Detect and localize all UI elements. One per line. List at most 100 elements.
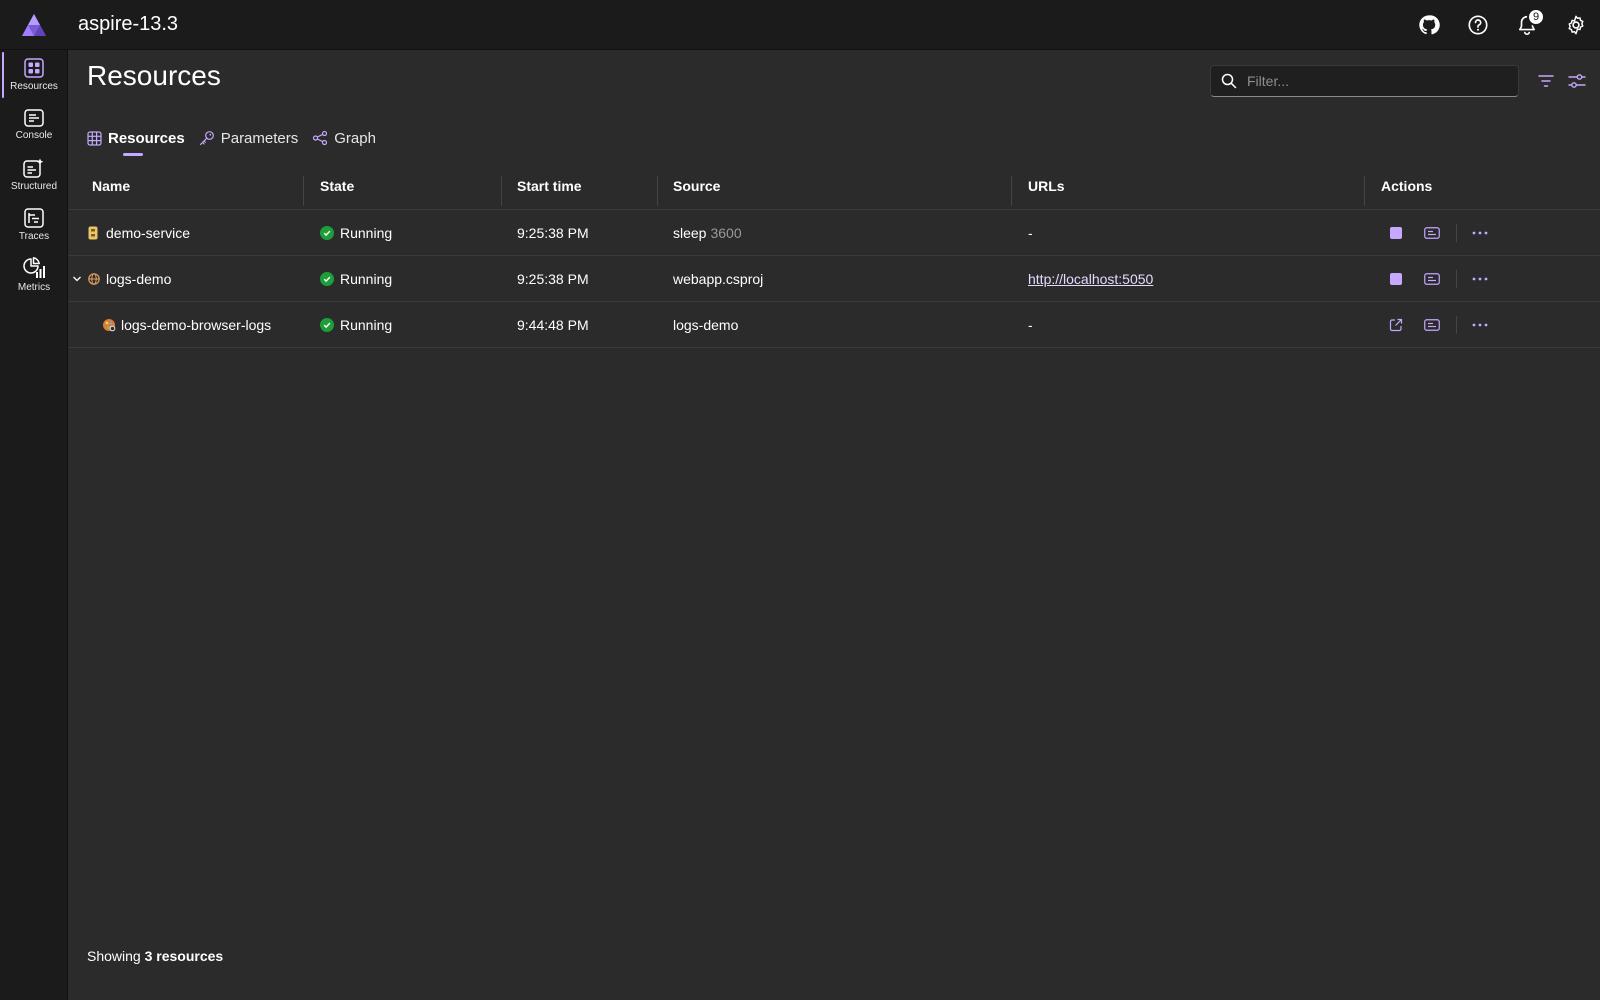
aspire-logo-icon[interactable] [0, 0, 68, 50]
resource-count: 3 resources [144, 948, 224, 964]
state-cell: Running [320, 210, 392, 256]
notification-count-badge: 9 [1527, 8, 1545, 26]
url-cell: http://localhost:5050 [1028, 256, 1153, 302]
console-logs-icon [1424, 319, 1440, 331]
filter-icon [1538, 75, 1554, 87]
source-text: webapp.csproj [673, 271, 764, 287]
column-resize-handle[interactable] [1364, 176, 1365, 206]
tab-label: Parameters [220, 129, 299, 147]
options-button[interactable] [1564, 68, 1590, 94]
open-external-button[interactable] [1384, 313, 1408, 337]
stop-button[interactable] [1384, 267, 1408, 291]
graph-icon [313, 130, 328, 146]
ellipsis-icon [1472, 323, 1488, 327]
filter-input[interactable] [1247, 73, 1497, 89]
sidebar-item-label: Resources [10, 81, 58, 92]
settings-button[interactable] [1551, 0, 1600, 50]
source-text: sleep [673, 225, 707, 241]
source-cell: sleep 3600 [673, 210, 742, 256]
sidebar-item-label: Traces [18, 231, 50, 242]
column-header-start-time[interactable]: Start time [517, 162, 582, 210]
sidebar-item-metrics[interactable]: Metrics [0, 250, 68, 300]
resource-name[interactable]: demo-service [106, 225, 190, 241]
console-icon [24, 109, 44, 127]
executable-icon [88, 226, 98, 240]
source-args: 3600 [710, 225, 742, 241]
browser-logs-icon [103, 319, 116, 332]
resources-table: Name State Start time Source URLs Action… [68, 162, 1600, 348]
sidebar-item-resources[interactable]: Resources [0, 50, 68, 100]
column-filter-button[interactable] [1533, 68, 1559, 94]
source-cell: webapp.csproj [673, 256, 763, 302]
state-text: Running [340, 271, 393, 287]
check-circle-icon [320, 318, 334, 332]
table-row[interactable]: logs-demo Running 9:25:38 PM webapp.cspr… [68, 256, 1600, 302]
filter-box[interactable] [1210, 65, 1519, 97]
sidebar-item-label: Metrics [17, 282, 51, 293]
sidebar-item-structured[interactable]: Structured [0, 150, 68, 200]
start-time-cell: 9:44:48 PM [517, 317, 589, 333]
console-logs-button[interactable] [1420, 221, 1444, 245]
stop-button[interactable] [1384, 221, 1408, 245]
resource-name[interactable]: logs-demo-browser-logs [121, 317, 271, 333]
console-logs-icon [1424, 227, 1440, 239]
github-button[interactable] [1404, 0, 1453, 50]
stop-icon [1390, 227, 1402, 239]
check-circle-icon [320, 272, 334, 286]
state-cell: Running [320, 302, 392, 348]
column-resize-handle[interactable] [303, 176, 304, 206]
source-text: logs-demo [673, 317, 739, 333]
console-logs-button[interactable] [1420, 267, 1444, 291]
tab-parameters[interactable]: Parameters [199, 120, 299, 156]
resources-icon [24, 58, 44, 78]
console-logs-button[interactable] [1420, 313, 1444, 337]
key-icon [199, 131, 214, 146]
more-actions-button[interactable] [1468, 221, 1492, 245]
top-bar: aspire-13.3 9 [0, 0, 1600, 50]
ellipsis-icon [1472, 231, 1488, 235]
resource-count-footer: Showing 3 resources [87, 948, 223, 964]
sidebar-item-console[interactable]: Console [0, 100, 68, 150]
traces-icon [24, 208, 44, 228]
tab-label: Resources [108, 129, 185, 147]
state-cell: Running [320, 256, 392, 302]
console-logs-icon [1424, 273, 1440, 285]
resource-name[interactable]: logs-demo [106, 271, 171, 287]
tab-resources[interactable]: Resources [87, 120, 185, 156]
help-button[interactable] [1453, 0, 1502, 50]
stop-icon [1390, 273, 1402, 285]
column-resize-handle[interactable] [501, 176, 502, 206]
column-header-name[interactable]: Name [92, 162, 130, 210]
endpoint-url-link[interactable]: http://localhost:5050 [1028, 271, 1153, 287]
table-icon [87, 130, 102, 146]
sidebar-item-label: Structured [10, 181, 58, 192]
structured-icon [23, 158, 44, 178]
expand-toggle[interactable] [72, 256, 82, 302]
more-actions-button[interactable] [1468, 267, 1492, 291]
notifications-button[interactable]: 9 [1502, 0, 1551, 50]
tab-graph[interactable]: Graph [312, 120, 376, 156]
sidebar-item-traces[interactable]: Traces [0, 200, 68, 250]
column-header-source[interactable]: Source [673, 162, 720, 210]
page-title: Resources [87, 60, 221, 91]
resource-name-cell: logs-demo-browser-logs [102, 302, 271, 348]
table-row[interactable]: logs-demo-browser-logs Running 9:44:48 P… [68, 302, 1600, 348]
open-external-icon [1389, 318, 1403, 332]
action-divider [1456, 224, 1457, 242]
column-resize-handle[interactable] [1011, 176, 1012, 206]
sidebar-nav: Resources Console Structured Traces Metr… [0, 50, 68, 1000]
url-cell: - [1028, 225, 1033, 241]
start-time-cell: 9:25:38 PM [517, 271, 589, 287]
search-icon [1221, 73, 1237, 89]
source-cell: logs-demo [673, 302, 738, 348]
web-project-icon [88, 273, 100, 285]
gear-icon [1567, 15, 1584, 35]
column-resize-handle[interactable] [657, 176, 658, 206]
more-actions-button[interactable] [1468, 313, 1492, 337]
resource-name-cell: demo-service [88, 210, 190, 256]
sidebar-item-label: Console [15, 130, 53, 141]
active-tab-indicator [123, 153, 143, 156]
column-header-urls[interactable]: URLs [1028, 162, 1065, 210]
table-row[interactable]: demo-service Running 9:25:38 PM sleep 36… [68, 210, 1600, 256]
column-header-state[interactable]: State [320, 162, 354, 210]
